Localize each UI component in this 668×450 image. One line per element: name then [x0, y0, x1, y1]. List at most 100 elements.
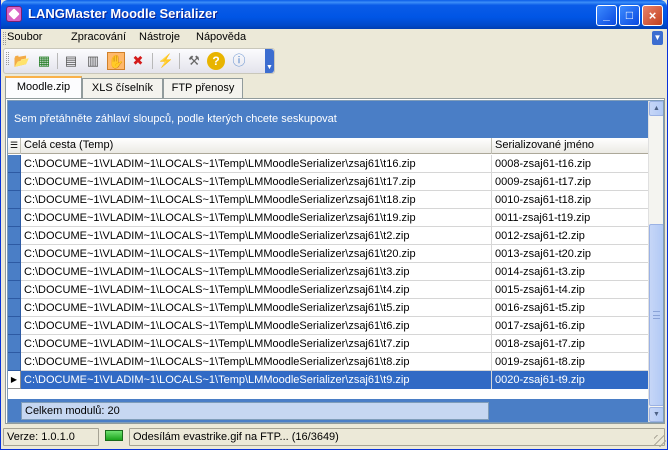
cell-path[interactable]: C:\DOCUME~1\VLADIM~1\LOCALS~1\Temp\LMMoo… — [21, 263, 492, 281]
grid-rows: C:\DOCUME~1\VLADIM~1\LOCALS~1\Temp\LMMoo… — [8, 155, 650, 389]
table-row[interactable]: C:\DOCUME~1\VLADIM~1\LOCALS~1\Temp\LMMoo… — [8, 245, 650, 263]
toolbar-separator — [152, 53, 153, 69]
cell-path[interactable]: C:\DOCUME~1\VLADIM~1\LOCALS~1\Temp\LMMoo… — [21, 317, 492, 335]
row-selector[interactable] — [8, 173, 21, 191]
cell-path[interactable]: C:\DOCUME~1\VLADIM~1\LOCALS~1\Temp\LMMoo… — [21, 155, 492, 173]
help-icon[interactable]: ? — [207, 52, 225, 70]
excel-export-icon[interactable]: ▦ — [35, 52, 53, 70]
row-selector[interactable] — [8, 191, 21, 209]
menu-napoveda[interactable]: Nápověda — [196, 31, 246, 43]
table-row[interactable]: C:\DOCUME~1\VLADIM~1\LOCALS~1\Temp\LMMoo… — [8, 335, 650, 353]
scroll-up-icon[interactable]: ▲ — [649, 101, 663, 116]
row-selector[interactable] — [8, 299, 21, 317]
documents-icon[interactable]: ▥ — [84, 52, 102, 70]
menu-zpracovani[interactable]: Zpracování — [71, 31, 126, 43]
table-row[interactable]: C:\DOCUME~1\VLADIM~1\LOCALS~1\Temp\LMMoo… — [8, 299, 650, 317]
tab-strip: Moodle.zip XLS číselník FTP přenosy — [5, 76, 665, 99]
status-message: Odesílám evastrike.gif na FTP... (16/364… — [129, 428, 665, 446]
cell-serialized-name[interactable]: 0020-zsaj61-t9.zip — [492, 371, 650, 389]
summary-total-modules: Celkem modulů: 20 — [21, 402, 489, 420]
cell-path[interactable]: C:\DOCUME~1\VLADIM~1\LOCALS~1\Temp\LMMoo… — [21, 209, 492, 227]
delete-icon[interactable]: ✖ — [129, 52, 147, 70]
lightning-icon[interactable]: ⚡ — [157, 52, 175, 70]
vertical-scrollbar[interactable]: ▲ ▼ — [648, 101, 663, 422]
menu-grip[interactable] — [3, 32, 6, 45]
scroll-down-icon[interactable]: ▼ — [649, 407, 663, 422]
table-row[interactable]: C:\DOCUME~1\VLADIM~1\LOCALS~1\Temp\LMMoo… — [8, 353, 650, 371]
app-window: LANGMaster Moodle Serializer _ □ × Soubo… — [0, 0, 668, 450]
row-selector[interactable] — [8, 317, 21, 335]
table-row[interactable]: C:\DOCUME~1\VLADIM~1\LOCALS~1\Temp\LMMoo… — [8, 191, 650, 209]
cell-serialized-name[interactable]: 0010-zsaj61-t18.zip — [492, 191, 650, 209]
cell-serialized-name[interactable]: 0019-zsaj61-t8.zip — [492, 353, 650, 371]
row-selector[interactable] — [8, 263, 21, 281]
toolbar-overflow-chevron-icon[interactable]: ▼ — [265, 49, 274, 73]
cell-serialized-name[interactable]: 0017-zsaj61-t6.zip — [492, 317, 650, 335]
table-row[interactable]: C:\DOCUME~1\VLADIM~1\LOCALS~1\Temp\LMMoo… — [8, 263, 650, 281]
row-selector[interactable] — [8, 335, 21, 353]
cell-path[interactable]: C:\DOCUME~1\VLADIM~1\LOCALS~1\Temp\LMMoo… — [21, 371, 492, 389]
status-bar: Verze: 1.0.1.0 Odesílám evastrike.gif na… — [1, 426, 667, 448]
column-chooser-icon[interactable]: ☰ — [8, 138, 21, 154]
cell-serialized-name[interactable]: 0008-zsaj61-t16.zip — [492, 155, 650, 173]
toolbar-separator — [179, 53, 180, 69]
cell-serialized-name[interactable]: 0013-zsaj61-t20.zip — [492, 245, 650, 263]
table-row[interactable]: C:\DOCUME~1\VLADIM~1\LOCALS~1\Temp\LMMoo… — [8, 281, 650, 299]
cell-serialized-name[interactable]: 0018-zsaj61-t7.zip — [492, 335, 650, 353]
info-icon[interactable]: ⓘ — [230, 52, 248, 70]
menu-soubor[interactable]: Soubor — [7, 31, 42, 43]
tab-xls-ciselnik[interactable]: XLS číselník — [82, 78, 163, 98]
table-row[interactable]: C:\DOCUME~1\VLADIM~1\LOCALS~1\Temp\LMMoo… — [8, 227, 650, 245]
row-selector[interactable] — [8, 155, 21, 173]
open-folder-icon[interactable]: 📂 — [13, 52, 31, 70]
cell-path[interactable]: C:\DOCUME~1\VLADIM~1\LOCALS~1\Temp\LMMoo… — [21, 299, 492, 317]
title-bar[interactable]: LANGMaster Moodle Serializer _ □ × — [1, 0, 667, 29]
current-row-indicator-icon[interactable]: ▶ — [8, 371, 21, 389]
group-by-panel[interactable]: Sem přetáhněte záhlaví sloupců, podle kt… — [8, 101, 650, 138]
hand-stop-icon[interactable]: ✋ — [107, 52, 125, 70]
close-button[interactable]: × — [642, 5, 663, 26]
cell-path[interactable]: C:\DOCUME~1\VLADIM~1\LOCALS~1\Temp\LMMoo… — [21, 173, 492, 191]
table-row[interactable]: ▶ C:\DOCUME~1\VLADIM~1\LOCALS~1\Temp\LMMo… — [8, 371, 650, 389]
cell-serialized-name[interactable]: 0015-zsaj61-t4.zip — [492, 281, 650, 299]
tab-ftp-prenosy[interactable]: FTP přenosy — [163, 78, 243, 98]
row-selector[interactable] — [8, 353, 21, 371]
table-row[interactable]: C:\DOCUME~1\VLADIM~1\LOCALS~1\Temp\LMMoo… — [8, 155, 650, 173]
menu-nastroje[interactable]: Nástroje — [139, 31, 180, 43]
toolbar-separator — [57, 53, 58, 69]
data-grid[interactable]: Sem přetáhněte záhlaví sloupců, podle kt… — [7, 100, 664, 423]
table-row[interactable]: C:\DOCUME~1\VLADIM~1\LOCALS~1\Temp\LMMoo… — [8, 173, 650, 191]
cell-path[interactable]: C:\DOCUME~1\VLADIM~1\LOCALS~1\Temp\LMMoo… — [21, 335, 492, 353]
status-led-icon — [105, 430, 123, 441]
tab-moodle-zip[interactable]: Moodle.zip — [5, 76, 82, 99]
cell-serialized-name[interactable]: 0009-zsaj61-t17.zip — [492, 173, 650, 191]
row-selector[interactable] — [8, 281, 21, 299]
cell-path[interactable]: C:\DOCUME~1\VLADIM~1\LOCALS~1\Temp\LMMoo… — [21, 227, 492, 245]
table-row[interactable]: C:\DOCUME~1\VLADIM~1\LOCALS~1\Temp\LMMoo… — [8, 209, 650, 227]
menu-overflow-chevron-icon[interactable]: ▼ — [652, 31, 663, 45]
cell-path[interactable]: C:\DOCUME~1\VLADIM~1\LOCALS~1\Temp\LMMoo… — [21, 245, 492, 263]
column-header-serialized-name[interactable]: Serializované jméno — [492, 138, 650, 154]
cell-serialized-name[interactable]: 0016-zsaj61-t5.zip — [492, 299, 650, 317]
table-row[interactable]: C:\DOCUME~1\VLADIM~1\LOCALS~1\Temp\LMMoo… — [8, 317, 650, 335]
app-icon[interactable] — [6, 6, 22, 22]
cell-path[interactable]: C:\DOCUME~1\VLADIM~1\LOCALS~1\Temp\LMMoo… — [21, 281, 492, 299]
row-selector[interactable] — [8, 209, 21, 227]
cell-serialized-name[interactable]: 0012-zsaj61-t2.zip — [492, 227, 650, 245]
document-icon[interactable]: ▤ — [62, 52, 80, 70]
minimize-button[interactable]: _ — [596, 5, 617, 26]
tab-panel: Sem přetáhněte záhlaví sloupců, podle kt… — [5, 98, 665, 424]
resize-grip-icon[interactable] — [654, 435, 666, 447]
maximize-button[interactable]: □ — [619, 5, 640, 26]
tools-icon[interactable]: ⚒ — [185, 52, 203, 70]
cell-path[interactable]: C:\DOCUME~1\VLADIM~1\LOCALS~1\Temp\LMMoo… — [21, 191, 492, 209]
scroll-thumb[interactable] — [649, 224, 663, 406]
row-selector[interactable] — [8, 245, 21, 263]
grid-header: ☰ Celá cesta (Temp) Serializované jméno — [8, 138, 650, 154]
cell-serialized-name[interactable]: 0011-zsaj61-t19.zip — [492, 209, 650, 227]
cell-path[interactable]: C:\DOCUME~1\VLADIM~1\LOCALS~1\Temp\LMMoo… — [21, 353, 492, 371]
row-selector[interactable] — [8, 227, 21, 245]
column-header-path[interactable]: Celá cesta (Temp) — [21, 138, 492, 154]
toolbar-grip[interactable] — [6, 52, 9, 65]
cell-serialized-name[interactable]: 0014-zsaj61-t3.zip — [492, 263, 650, 281]
